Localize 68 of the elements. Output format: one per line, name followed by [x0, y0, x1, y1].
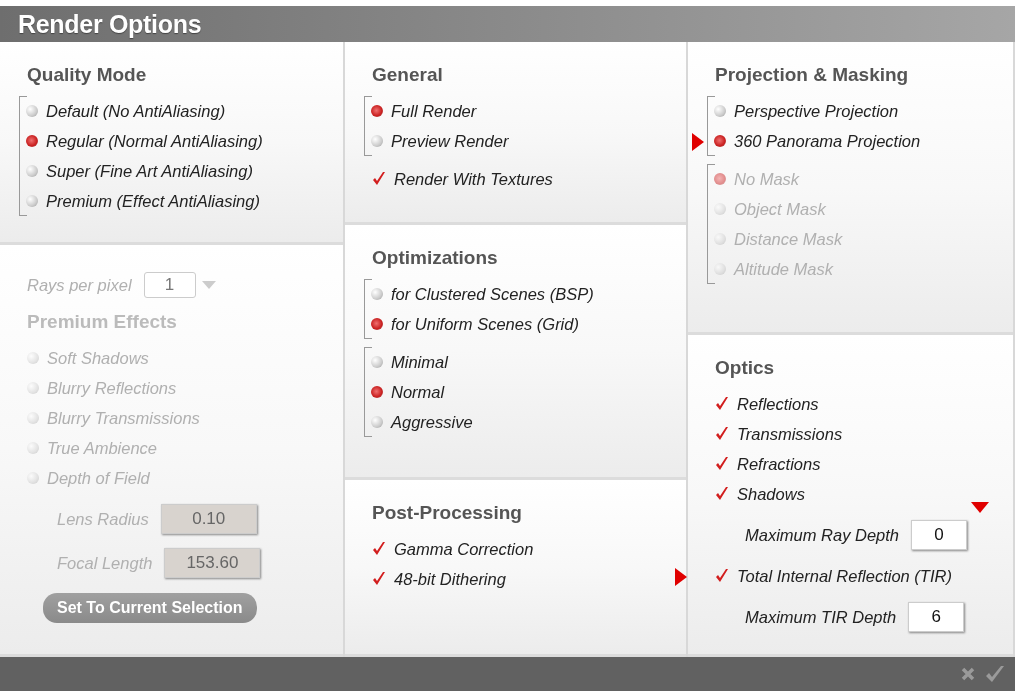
option-label: Object Mask [734, 199, 826, 219]
radio-button[interactable] [371, 416, 383, 428]
option-label: No Mask [734, 169, 800, 189]
checkmark-icon[interactable] [715, 456, 729, 472]
option-label: 48-bit Dithering [394, 569, 506, 589]
radio-button[interactable] [371, 356, 383, 368]
section-heading: Premium Effects [27, 311, 178, 333]
option-label: Soft Shadows [47, 348, 149, 368]
checkmark-icon[interactable] [715, 568, 729, 584]
window-title: Render Options [18, 9, 202, 39]
option-label: Blurry Reflections [47, 378, 177, 398]
option-label: Shadows [737, 484, 805, 504]
radio-button[interactable] [714, 105, 726, 117]
radio-button[interactable] [371, 318, 383, 330]
option-label: Minimal [391, 352, 448, 372]
radio-button[interactable] [371, 288, 383, 300]
radio-button[interactable] [26, 135, 38, 147]
field-label: Maximum TIR Depth [745, 607, 897, 627]
radio-button[interactable] [371, 386, 383, 398]
option-label: for Clustered Scenes (BSP) [391, 284, 594, 304]
option-label: Full Render [391, 101, 477, 121]
option-label: Total Internal Reflection (TIR) [737, 566, 952, 586]
option-label: Altitude Mask [734, 259, 834, 279]
section-heading: Quality Mode [27, 64, 148, 86]
option-label: Aggressive [391, 412, 473, 432]
option-label: Premium (Effect AntiAliasing) [46, 191, 260, 211]
option-label: Super (Fine Art AntiAliasing) [46, 161, 253, 181]
section-heading: Optics [715, 357, 776, 379]
close-icon[interactable] [961, 667, 975, 681]
radio-button[interactable] [26, 195, 38, 207]
field-label: Focal Length [57, 553, 153, 573]
option-label: for Uniform Scenes (Grid) [391, 314, 579, 334]
option-label: Regular (Normal AntiAliasing) [46, 131, 263, 151]
radio-button[interactable] [26, 165, 38, 177]
checkmark-icon[interactable] [372, 571, 386, 587]
section-heading: General [372, 64, 444, 86]
option-label: Perspective Projection [734, 101, 899, 121]
option-label: Refractions [737, 454, 821, 474]
option-label: Preview Render [391, 131, 509, 151]
radio-button[interactable] [371, 105, 383, 117]
dropdown-label: Rays per pixel [27, 275, 132, 295]
section-heading: Optimizations [372, 247, 499, 269]
option-label: Transmissions [737, 424, 843, 444]
section-heading: Projection & Masking [715, 64, 910, 86]
option-label: Render With Textures [394, 169, 553, 189]
section-heading: Post-Processing [372, 502, 523, 524]
checkmark-icon[interactable] [715, 396, 729, 412]
radio-button[interactable] [26, 105, 38, 117]
field-label: Maximum Ray Depth [745, 525, 900, 545]
option-label: Depth of Field [47, 468, 150, 488]
checkmark-icon[interactable] [372, 171, 386, 187]
checkmark-icon[interactable] [715, 426, 729, 442]
checkmark-icon[interactable] [985, 664, 1005, 684]
option-label: True Ambience [47, 438, 158, 458]
checkmark-icon[interactable] [372, 541, 386, 557]
option-label: Reflections [737, 394, 819, 414]
checkmark-icon[interactable] [715, 486, 729, 502]
option-label: Blurry Transmissions [47, 408, 200, 428]
option-label: Default (No AntiAliasing) [46, 101, 226, 121]
radio-button[interactable] [714, 135, 726, 147]
field-label: Lens Radius [57, 509, 149, 529]
option-label: 360 Panorama Projection [734, 131, 921, 151]
option-label: Normal [391, 382, 445, 402]
option-label: Distance Mask [734, 229, 843, 249]
number-field[interactable]: 6 [908, 602, 965, 632]
radio-button[interactable] [371, 135, 383, 147]
number-field[interactable]: 0 [911, 520, 968, 550]
option-label: Gamma Correction [394, 539, 534, 559]
